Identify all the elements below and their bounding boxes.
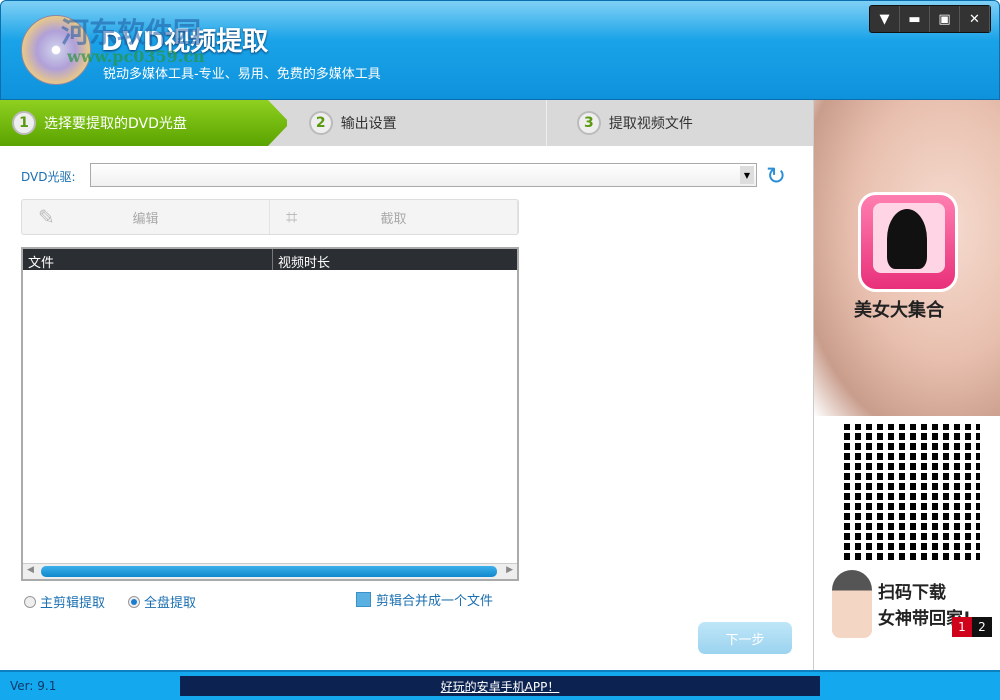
maximize-button[interactable]: ▣	[930, 6, 960, 32]
checkbox-label: 剪辑合并成一个文件	[376, 590, 493, 609]
dvd-drive-select[interactable]: ▼	[90, 163, 757, 187]
qr-code	[844, 424, 980, 560]
minimize-button[interactable]: ▬	[900, 6, 930, 32]
edit-label: 编辑	[22, 208, 269, 227]
horizontal-scrollbar[interactable]: ◀ ▶	[23, 563, 517, 579]
step-number: 1	[12, 111, 36, 135]
radio-full-disc[interactable]: 全盘提取	[128, 592, 196, 611]
step-output-settings[interactable]: 2 输出设置	[279, 100, 546, 146]
wizard-steps: 1 选择要提取的DVD光盘 2 输出设置 3 提取视频文件	[0, 100, 813, 146]
merge-checkbox[interactable]: 剪辑合并成一个文件	[356, 590, 493, 609]
step-number: 2	[309, 111, 333, 135]
ad-panel[interactable]: 美女大集合 扫码下载 女神带回家! 1 2	[813, 100, 1000, 670]
toolbar: ✎编辑 ⌗截取	[21, 199, 519, 235]
scroll-right-icon[interactable]: ▶	[506, 565, 513, 575]
step-number: 3	[577, 111, 601, 135]
step-extract[interactable]: 3 提取视频文件	[546, 100, 813, 146]
radio-selected-icon	[128, 596, 140, 608]
status-bar: Ver: 9.1 好玩的安卓手机APP！	[0, 670, 1000, 700]
scroll-left-icon[interactable]: ◀	[27, 565, 34, 575]
app-icon	[858, 192, 958, 292]
step-select-disc[interactable]: 1 选择要提取的DVD光盘	[0, 100, 287, 146]
cartoon-figure	[832, 570, 872, 638]
title-bar: DVD视频提取 锐动多媒体工具-专业、易用、免费的多媒体工具 河东软件园 www…	[0, 0, 1000, 100]
promo-banner[interactable]: 好玩的安卓手机APP！	[180, 676, 820, 696]
next-button[interactable]: 下一步	[698, 622, 792, 654]
column-file[interactable]: 文件	[23, 249, 273, 270]
crop-icon: ⌗	[286, 205, 297, 229]
list-header: 文件 视频时长	[23, 249, 517, 270]
step-label: 输出设置	[341, 113, 397, 133]
capture-button[interactable]: ⌗截取	[270, 200, 518, 234]
edit-button[interactable]: ✎编辑	[22, 200, 270, 234]
radio-icon	[24, 596, 36, 608]
watermark: 河东软件园	[61, 11, 201, 51]
ad-app-name: 美女大集合	[854, 296, 944, 322]
radio-main-title[interactable]: 主剪辑提取	[24, 592, 105, 611]
checkbox-icon	[356, 592, 371, 607]
ad-line-1: 扫码下载	[878, 578, 946, 603]
watermark-url: www.pc0359.cn	[67, 47, 205, 66]
menu-button[interactable]: ▼	[870, 6, 900, 32]
radio-label: 全盘提取	[144, 592, 196, 611]
close-button[interactable]: ✕	[960, 6, 990, 32]
radio-label: 主剪辑提取	[40, 592, 105, 611]
chevron-down-icon[interactable]: ▼	[740, 166, 754, 184]
column-duration[interactable]: 视频时长	[273, 249, 517, 270]
scrollbar-thumb[interactable]	[41, 566, 497, 577]
edit-icon: ✎	[38, 205, 55, 229]
ad-pager: 1 2	[952, 617, 992, 637]
refresh-icon[interactable]: ↻	[766, 162, 786, 190]
main-panel: DVD光驱: ▼ ↻ ✎编辑 ⌗截取 文件 视频时长 ◀ ▶ 主剪辑提取 全盘提…	[0, 146, 813, 670]
dvd-drive-label: DVD光驱:	[21, 168, 76, 185]
ad-page-1[interactable]: 1	[952, 617, 972, 637]
file-list[interactable]: 文件 视频时长 ◀ ▶	[21, 247, 519, 581]
version-label: Ver: 9.1	[10, 679, 56, 693]
step-label: 提取视频文件	[609, 113, 693, 133]
capture-label: 截取	[270, 208, 517, 227]
window-controls: ▼ ▬ ▣ ✕	[869, 5, 991, 33]
ad-page-2[interactable]: 2	[972, 617, 992, 637]
step-label: 选择要提取的DVD光盘	[44, 113, 187, 133]
